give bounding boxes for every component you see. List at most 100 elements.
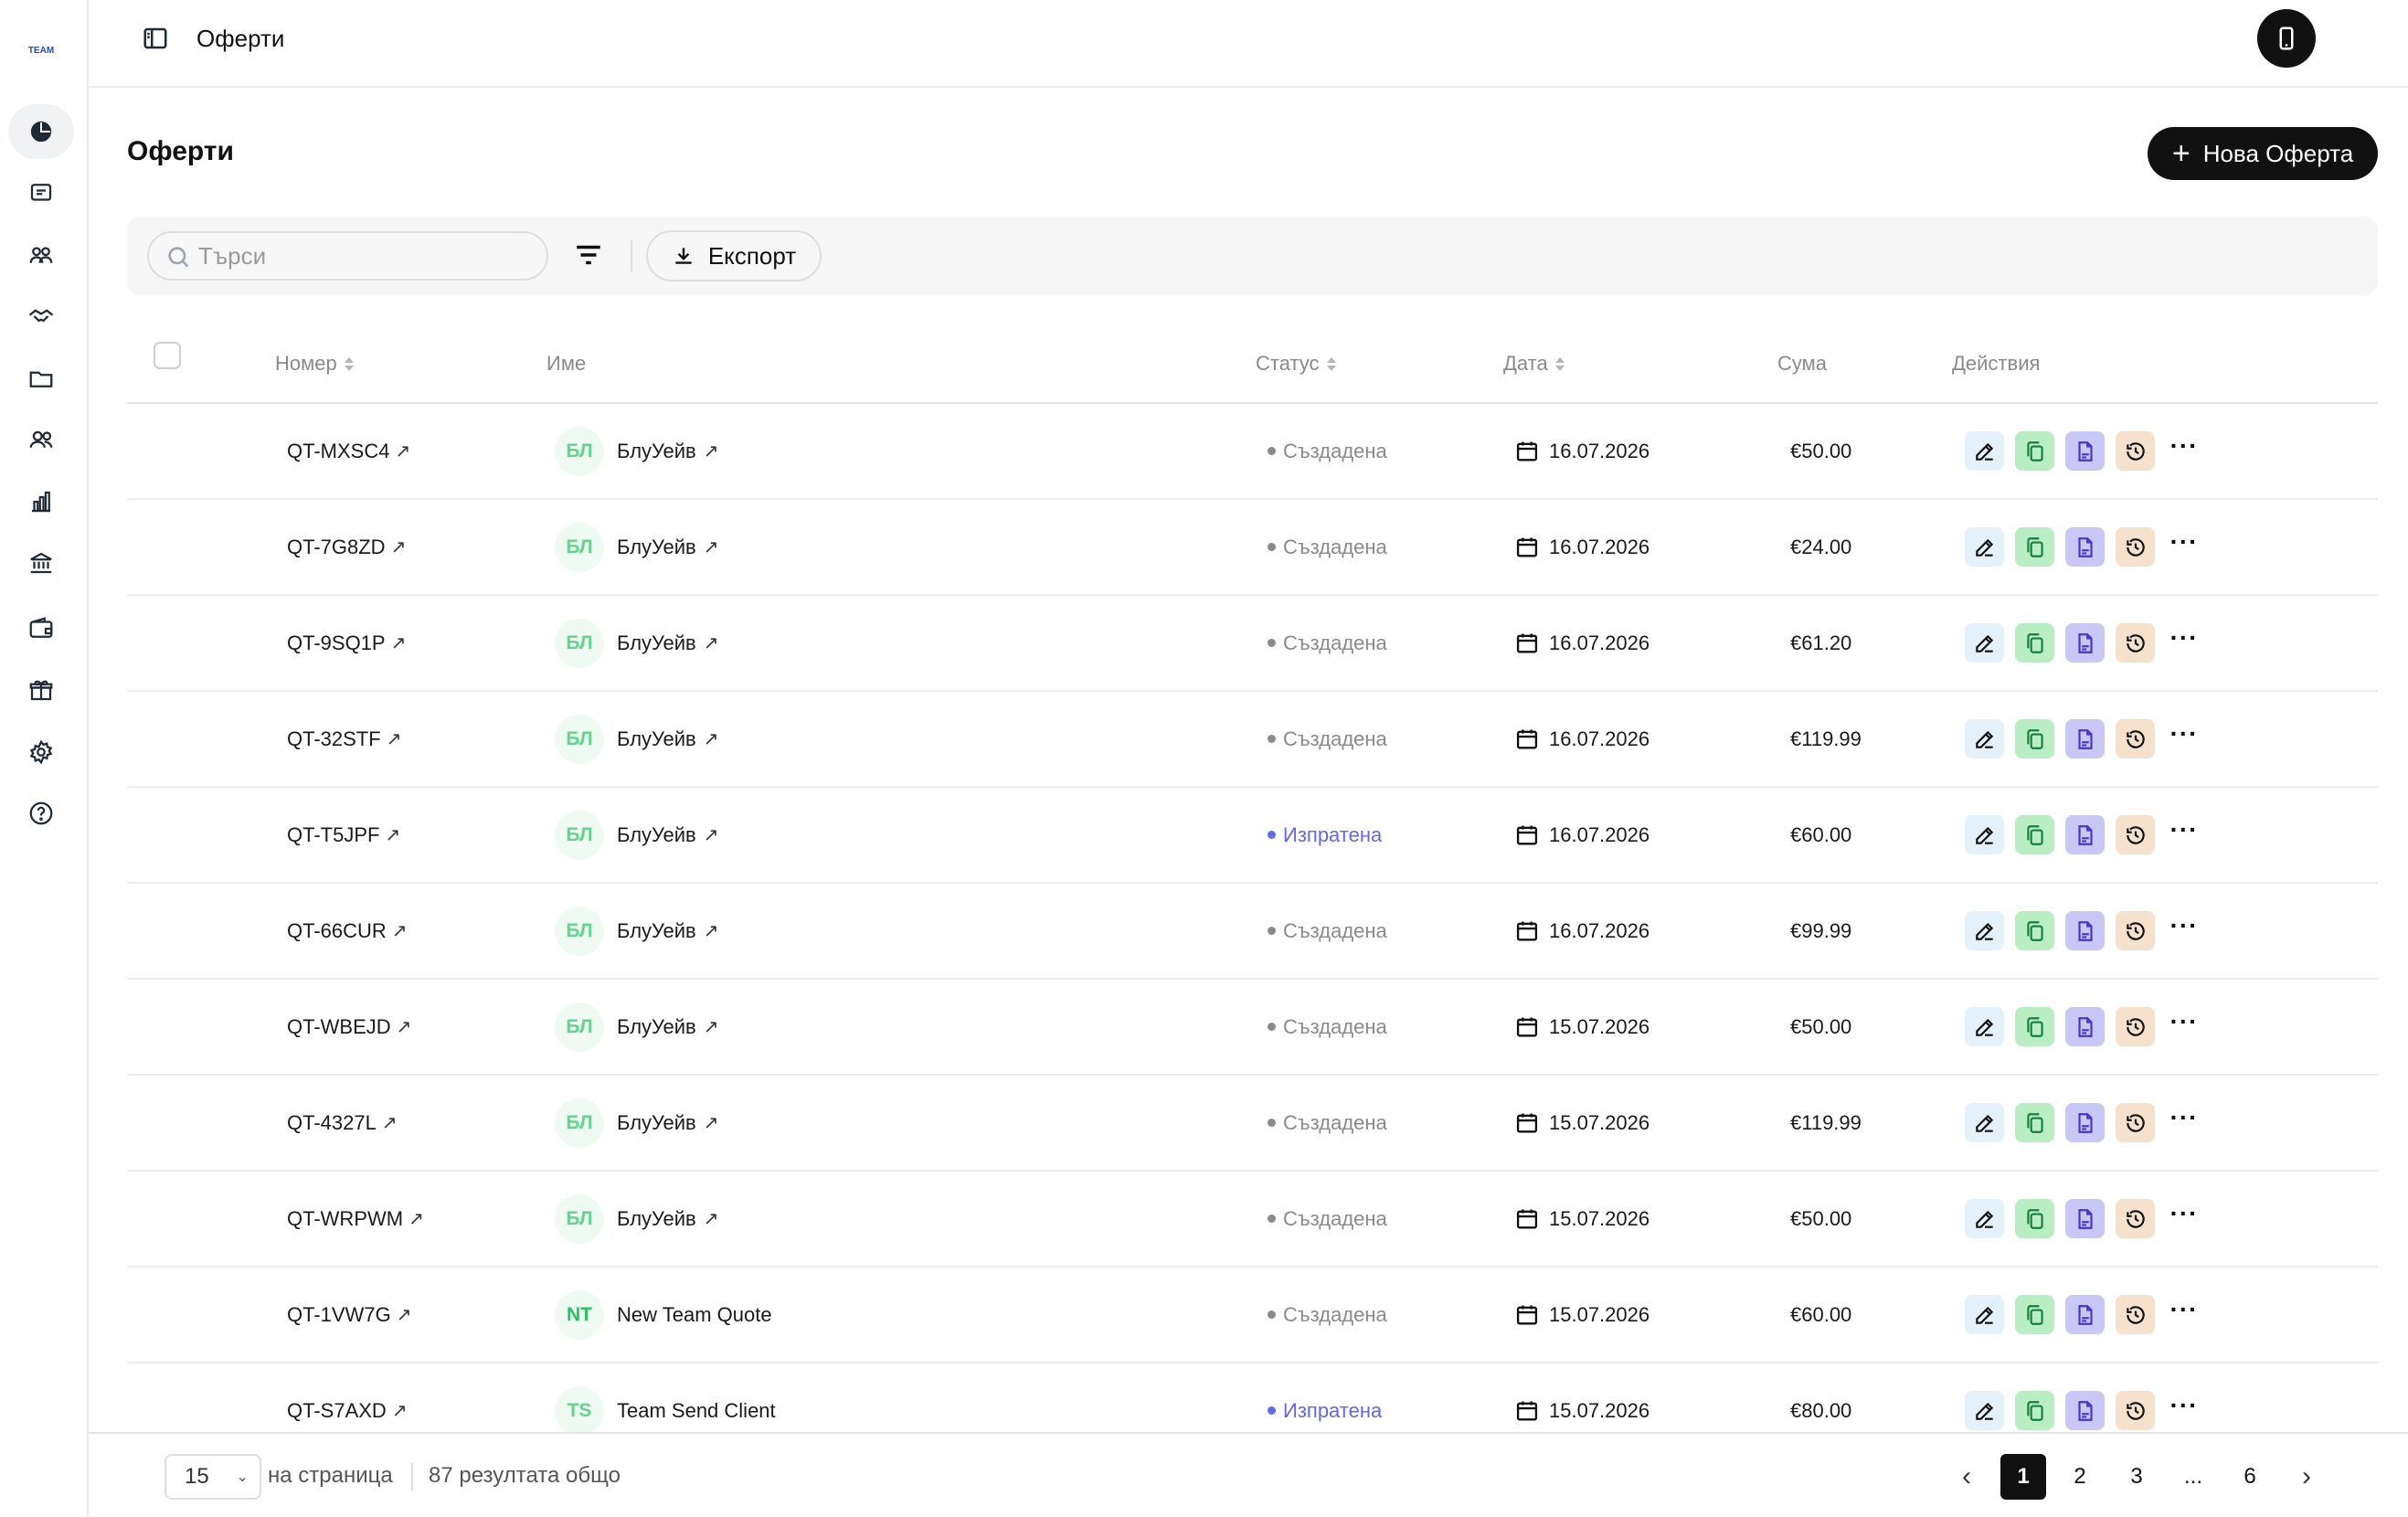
- edit-button[interactable]: [1965, 1295, 2004, 1334]
- offer-number-link[interactable]: QT-7G8ZD ↗: [287, 500, 406, 594]
- more-actions-button[interactable]: ···: [2166, 1199, 2202, 1238]
- edit-button[interactable]: [1965, 1103, 2004, 1142]
- more-actions-button[interactable]: ···: [2166, 527, 2202, 567]
- sidebar-item-help[interactable]: [8, 786, 74, 841]
- pdf-button[interactable]: [2065, 719, 2105, 758]
- client-name-link[interactable]: БлуУейв ↗: [617, 1111, 719, 1135]
- history-button[interactable]: [2116, 719, 2155, 758]
- history-button[interactable]: [2116, 431, 2155, 471]
- sidebar-item-users[interactable]: [8, 412, 74, 467]
- more-actions-button[interactable]: ···: [2166, 1391, 2202, 1430]
- history-button[interactable]: [2116, 1199, 2155, 1238]
- filter-button[interactable]: [570, 237, 607, 273]
- pdf-button[interactable]: [2065, 1391, 2105, 1430]
- page-button[interactable]: 3: [2114, 1454, 2159, 1500]
- client-name-link[interactable]: БлуУейв ↗: [617, 919, 719, 943]
- edit-button[interactable]: [1965, 1007, 2004, 1046]
- table-row[interactable]: QT-T5JPF ↗ БЛ БлуУейв ↗ Изпратена 16.07.2026 €6…: [127, 788, 2378, 884]
- page-button[interactable]: 1: [2000, 1454, 2046, 1500]
- history-button[interactable]: [2116, 1391, 2155, 1430]
- client-name-link[interactable]: БлуУейв ↗: [617, 1015, 719, 1039]
- pdf-button[interactable]: [2065, 1295, 2105, 1334]
- column-header-number[interactable]: Номер: [275, 349, 354, 378]
- offer-number-link[interactable]: QT-T5JPF ↗: [287, 788, 400, 882]
- client-name-link[interactable]: БлуУейв ↗: [617, 536, 719, 559]
- table-row[interactable]: QT-32STF ↗ БЛ БлуУейв ↗ Създадена 16.07.2026 €1…: [127, 692, 2378, 788]
- duplicate-button[interactable]: [2015, 623, 2054, 663]
- more-actions-button[interactable]: ···: [2166, 1295, 2202, 1334]
- history-button[interactable]: [2116, 815, 2155, 854]
- sidebar-item-gift[interactable]: [8, 663, 74, 717]
- more-actions-button[interactable]: ···: [2166, 911, 2202, 950]
- pdf-button[interactable]: [2065, 1103, 2105, 1142]
- duplicate-button[interactable]: [2015, 911, 2054, 950]
- offer-number-link[interactable]: QT-9SQ1P ↗: [287, 596, 406, 690]
- edit-button[interactable]: [1965, 623, 2004, 663]
- table-row[interactable]: QT-MXSC4 ↗ БЛ БлуУейв ↗ Създадена 16.07.2026 €5…: [127, 404, 2378, 500]
- client-name-link[interactable]: БлуУейв ↗: [617, 631, 719, 655]
- page-button[interactable]: 6: [2227, 1454, 2273, 1500]
- pdf-button[interactable]: [2065, 911, 2105, 950]
- pdf-button[interactable]: [2065, 527, 2105, 567]
- sidebar-item-bank[interactable]: [8, 536, 74, 590]
- select-all-checkbox[interactable]: [154, 342, 181, 369]
- duplicate-button[interactable]: [2015, 719, 2054, 758]
- export-button[interactable]: Експорт: [646, 230, 822, 281]
- edit-button[interactable]: [1965, 911, 2004, 950]
- table-row[interactable]: QT-7G8ZD ↗ БЛ БлуУейв ↗ Създадена 16.07.2026 €2…: [127, 500, 2378, 596]
- table-row[interactable]: QT-4327L ↗ БЛ БлуУейв ↗ Създадена 15.07.2026 €1…: [127, 1076, 2378, 1172]
- more-actions-button[interactable]: ···: [2166, 815, 2202, 854]
- history-button[interactable]: [2116, 1103, 2155, 1142]
- duplicate-button[interactable]: [2015, 1295, 2054, 1334]
- history-button[interactable]: [2116, 527, 2155, 567]
- offer-number-link[interactable]: QT-MXSC4 ↗: [287, 404, 410, 498]
- duplicate-button[interactable]: [2015, 815, 2054, 854]
- pdf-button[interactable]: [2065, 431, 2105, 471]
- sidebar-item-message[interactable]: [8, 165, 74, 220]
- more-actions-button[interactable]: ···: [2166, 1103, 2202, 1142]
- duplicate-button[interactable]: [2015, 1103, 2054, 1142]
- per-page-select[interactable]: 15 ⌄: [164, 1454, 261, 1500]
- table-row[interactable]: QT-WRPWM ↗ БЛ БлуУейв ↗ Създадена 15.07.2026 €5…: [127, 1172, 2378, 1268]
- client-name-link[interactable]: БлуУейв ↗: [617, 1207, 719, 1231]
- pdf-button[interactable]: [2065, 1007, 2105, 1046]
- edit-button[interactable]: [1965, 1199, 2004, 1238]
- history-button[interactable]: [2116, 1295, 2155, 1334]
- offer-number-link[interactable]: QT-66CUR ↗: [287, 884, 408, 978]
- app-logo[interactable]: TEAM: [26, 37, 57, 64]
- edit-button[interactable]: [1965, 431, 2004, 471]
- offer-number-link[interactable]: QT-WBEJD ↗: [287, 980, 411, 1074]
- mobile-app-button[interactable]: [2257, 9, 2316, 68]
- pdf-button[interactable]: [2065, 815, 2105, 854]
- sidebar-toggle-button[interactable]: [138, 22, 173, 55]
- more-actions-button[interactable]: ···: [2166, 1007, 2202, 1046]
- more-actions-button[interactable]: ···: [2166, 431, 2202, 471]
- offer-number-link[interactable]: QT-4327L ↗: [287, 1076, 398, 1170]
- offer-number-link[interactable]: QT-WRPWM ↗: [287, 1172, 424, 1266]
- offer-number-link[interactable]: QT-32STF ↗: [287, 692, 401, 786]
- more-actions-button[interactable]: ···: [2166, 623, 2202, 663]
- duplicate-button[interactable]: [2015, 431, 2054, 471]
- offer-number-link[interactable]: QT-S7AXD ↗: [287, 1363, 408, 1432]
- search-input[interactable]: [198, 241, 527, 271]
- column-header-date[interactable]: Дата: [1503, 349, 1565, 378]
- client-name-link[interactable]: БлуУейв ↗: [617, 440, 719, 463]
- table-row[interactable]: QT-66CUR ↗ БЛ БлуУейв ↗ Създадена 16.07.2026 €9…: [127, 884, 2378, 980]
- pdf-button[interactable]: [2065, 1199, 2105, 1238]
- duplicate-button[interactable]: [2015, 1007, 2054, 1046]
- sidebar-item-users-group[interactable]: [8, 228, 74, 282]
- more-actions-button[interactable]: ···: [2166, 719, 2202, 758]
- offer-number-link[interactable]: QT-1VW7G ↗: [287, 1268, 411, 1362]
- client-name-link[interactable]: БлуУейв ↗: [617, 823, 719, 847]
- sidebar-item-bar-chart[interactable]: [8, 474, 74, 529]
- sidebar-item-gear[interactable]: [8, 725, 74, 780]
- edit-button[interactable]: [1965, 719, 2004, 758]
- prev-page-button[interactable]: ‹: [1944, 1454, 1989, 1500]
- sidebar-item-folder[interactable]: [8, 351, 74, 406]
- table-row[interactable]: QT-WBEJD ↗ БЛ БлуУейв ↗ Създадена 15.07.2026 €5…: [127, 980, 2378, 1076]
- column-header-status[interactable]: Статус: [1256, 349, 1336, 378]
- pdf-button[interactable]: [2065, 623, 2105, 663]
- table-row[interactable]: QT-S7AXD ↗ TS Team Send Client Изпратена 15.0…: [127, 1363, 2378, 1432]
- sidebar-item-pie-chart[interactable]: [8, 104, 74, 159]
- table-row[interactable]: QT-9SQ1P ↗ БЛ БлуУейв ↗ Създадена 16.07.2026 €6…: [127, 596, 2378, 692]
